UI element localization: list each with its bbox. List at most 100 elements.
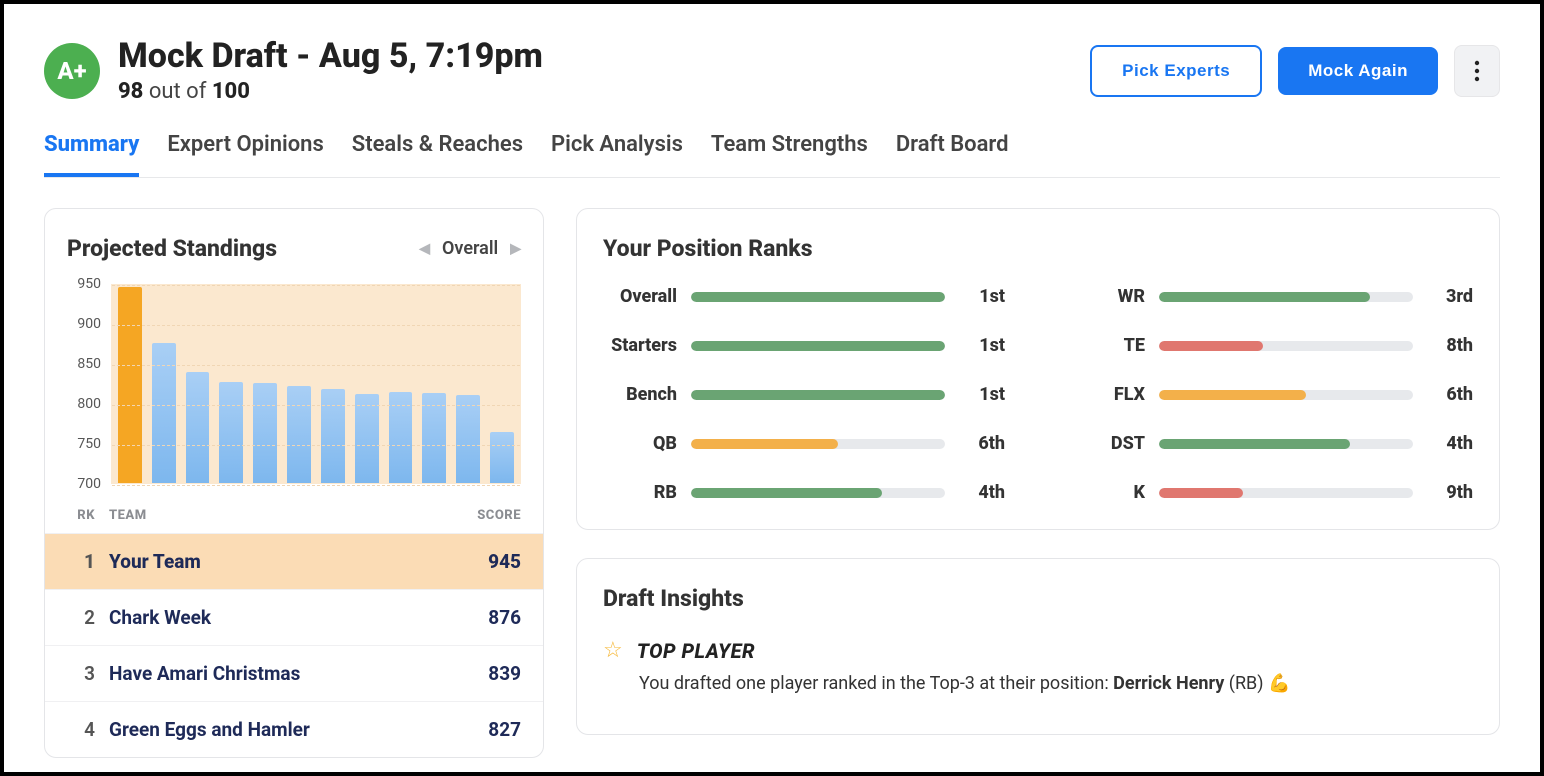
rank-row-qb: QB 6th bbox=[603, 433, 1005, 454]
more-menu-button[interactable] bbox=[1454, 45, 1500, 97]
insights-title: Draft Insights bbox=[603, 585, 1473, 612]
chart-bar bbox=[118, 287, 142, 483]
chart-bar bbox=[152, 343, 176, 484]
rank-row-flx: FLX 6th bbox=[1071, 384, 1473, 405]
rank-row-dst: DST 4th bbox=[1071, 433, 1473, 454]
projected-standings-card: Projected Standings ◀ Overall ▶ 70075080… bbox=[44, 208, 544, 758]
draft-insights-card: Draft Insights ☆ TOP PLAYER You drafted … bbox=[576, 558, 1500, 735]
table-row[interactable]: 4Green Eggs and Hamler827 bbox=[45, 701, 543, 757]
col-rk-header: RK bbox=[67, 508, 109, 523]
table-row[interactable]: 1Your Team945 bbox=[45, 533, 543, 589]
rank-bar bbox=[691, 390, 945, 400]
pager-label: Overall bbox=[442, 238, 498, 259]
top-player-heading: TOP PLAYER bbox=[637, 639, 755, 663]
rank-bar bbox=[691, 439, 945, 449]
pager-next-button[interactable]: ▶ bbox=[510, 241, 521, 257]
rank-label: WR bbox=[1071, 286, 1145, 307]
ranks-title: Your Position Ranks bbox=[603, 235, 1473, 262]
rank-value: 6th bbox=[1427, 384, 1473, 405]
rank-label: Bench bbox=[603, 384, 677, 405]
position-ranks-card: Your Position Ranks Overall 1st WR 3rd Start… bbox=[576, 208, 1500, 530]
mock-again-button[interactable]: Mock Again bbox=[1278, 47, 1438, 95]
y-tick: 950 bbox=[77, 276, 101, 292]
row-team: Green Eggs and Hamler bbox=[109, 718, 441, 741]
y-tick: 800 bbox=[77, 396, 101, 412]
rank-label: Starters bbox=[603, 335, 677, 356]
rank-value: 3rd bbox=[1427, 286, 1473, 307]
chart-bar bbox=[355, 394, 379, 484]
grade-badge: A+ bbox=[44, 43, 100, 99]
rank-value: 1st bbox=[959, 384, 1005, 405]
rank-bar bbox=[1159, 292, 1413, 302]
rank-bar bbox=[691, 341, 945, 351]
chart-bar bbox=[321, 389, 345, 483]
row-score: 945 bbox=[441, 550, 521, 573]
row-team: Chark Week bbox=[109, 606, 441, 629]
tab-team-strengths[interactable]: Team Strengths bbox=[711, 122, 868, 177]
pager-prev-button[interactable]: ◀ bbox=[419, 241, 430, 257]
tab-draft-board[interactable]: Draft Board bbox=[896, 122, 1009, 177]
rank-value: 1st bbox=[959, 286, 1005, 307]
rank-row-bench: Bench 1st bbox=[603, 384, 1005, 405]
tab-summary[interactable]: Summary bbox=[44, 122, 139, 177]
chart-bar bbox=[186, 372, 210, 483]
rank-label: FLX bbox=[1071, 384, 1145, 405]
table-row[interactable]: 3Have Amari Christmas839 bbox=[45, 645, 543, 701]
standings-bar-chart bbox=[111, 284, 521, 484]
chart-bar bbox=[219, 382, 243, 484]
kebab-icon bbox=[1474, 60, 1480, 82]
rank-label: Overall bbox=[603, 286, 677, 307]
chart-bar bbox=[456, 395, 480, 483]
y-tick: 700 bbox=[77, 476, 101, 492]
rank-row-overall: Overall 1st bbox=[603, 286, 1005, 307]
table-row[interactable]: 2Chark Week876 bbox=[45, 589, 543, 645]
rank-row-k: K 9th bbox=[1071, 482, 1473, 503]
pick-experts-button[interactable]: Pick Experts bbox=[1090, 45, 1262, 97]
row-score: 876 bbox=[441, 606, 521, 629]
chart-bar bbox=[422, 393, 446, 483]
chart-bar bbox=[287, 386, 311, 484]
rank-row-te: TE 8th bbox=[1071, 335, 1473, 356]
chart-bar bbox=[490, 432, 514, 483]
rank-row-rb: RB 4th bbox=[603, 482, 1005, 503]
rank-value: 9th bbox=[1427, 482, 1473, 503]
row-rank: 2 bbox=[67, 606, 109, 629]
tab-steals-reaches[interactable]: Steals & Reaches bbox=[352, 122, 523, 177]
rank-value: 4th bbox=[1427, 433, 1473, 454]
tab-pick-analysis[interactable]: Pick Analysis bbox=[551, 122, 683, 177]
chart-bar bbox=[253, 383, 277, 483]
rank-bar bbox=[1159, 341, 1413, 351]
page-title: Mock Draft - Aug 5, 7:19pm bbox=[118, 38, 543, 75]
y-tick: 850 bbox=[77, 356, 101, 372]
rank-row-wr: WR 3rd bbox=[1071, 286, 1473, 307]
rank-label: TE bbox=[1071, 335, 1145, 356]
rank-bar bbox=[691, 292, 945, 302]
rank-value: 8th bbox=[1427, 335, 1473, 356]
score-subtitle: 98 out of 100 bbox=[118, 79, 543, 104]
rank-value: 6th bbox=[959, 433, 1005, 454]
row-rank: 3 bbox=[67, 662, 109, 685]
y-tick: 750 bbox=[77, 436, 101, 452]
rank-bar bbox=[1159, 390, 1413, 400]
tab-expert-opinions[interactable]: Expert Opinions bbox=[167, 122, 323, 177]
row-score: 839 bbox=[441, 662, 521, 685]
col-team-header: TEAM bbox=[109, 508, 441, 523]
top-player-text: You drafted one player ranked in the Top… bbox=[639, 673, 1473, 694]
row-team: Your Team bbox=[109, 550, 441, 573]
rank-row-starters: Starters 1st bbox=[603, 335, 1005, 356]
rank-label: QB bbox=[603, 433, 677, 454]
rank-value: 4th bbox=[959, 482, 1005, 503]
rank-bar bbox=[1159, 439, 1413, 449]
star-icon: ☆ bbox=[603, 638, 623, 663]
row-rank: 1 bbox=[67, 550, 109, 573]
row-rank: 4 bbox=[67, 718, 109, 741]
rank-label: RB bbox=[603, 482, 677, 503]
rank-value: 1st bbox=[959, 335, 1005, 356]
y-tick: 900 bbox=[77, 316, 101, 332]
row-team: Have Amari Christmas bbox=[109, 662, 441, 685]
rank-bar bbox=[1159, 488, 1413, 498]
rank-bar bbox=[691, 488, 945, 498]
rank-label: K bbox=[1071, 482, 1145, 503]
rank-label: DST bbox=[1071, 433, 1145, 454]
row-score: 827 bbox=[441, 718, 521, 741]
